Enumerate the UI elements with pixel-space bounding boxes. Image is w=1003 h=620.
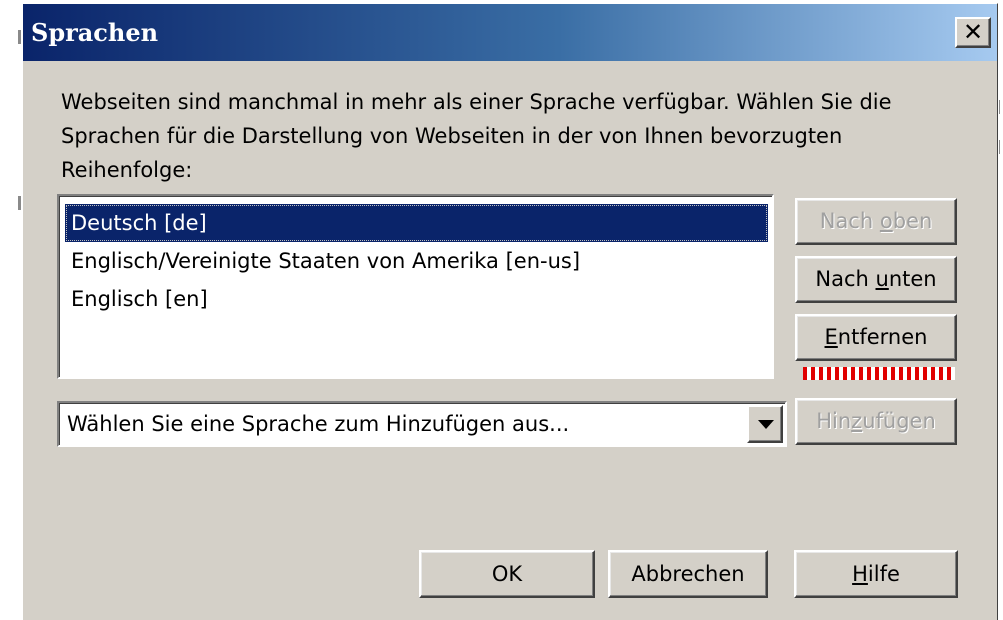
background-window-edge (999, 140, 1000, 154)
red-underline-marker (803, 367, 955, 380)
background-window-edge (18, 30, 21, 44)
language-label: Englisch/Vereinigte Staaten von Amerika … (71, 249, 581, 273)
add-language-combobox[interactable]: Wählen Sie eine Sprache zum Hinzufügen a… (57, 401, 787, 447)
add-language-placeholder: Wählen Sie eine Sprache zum Hinzufügen a… (67, 412, 570, 436)
move-down-button[interactable]: Nach unten (795, 256, 957, 303)
move-up-button[interactable]: Nach oben (795, 198, 957, 245)
cancel-button[interactable]: Abbrechen (608, 550, 768, 598)
close-icon: ✕ (962, 18, 984, 46)
languages-dialog: Sprachen ✕ Webseiten sind manchmal in me… (22, 3, 998, 620)
add-label: Hinzufügen (816, 409, 936, 433)
remove-label: Entfernen (824, 325, 928, 349)
ok-label: OK (491, 562, 523, 586)
move-up-label: Nach oben (819, 209, 933, 233)
background-window-edge (999, 100, 1000, 114)
move-down-label: Nach unten (815, 267, 937, 291)
language-list[interactable]: Deutsch [de] Englisch/Vereinigte Staaten… (57, 194, 774, 379)
remove-button[interactable]: Entfernen (795, 314, 957, 361)
title-bar: Sprachen ✕ (23, 4, 997, 61)
list-item[interactable]: Englisch [en] (65, 280, 768, 318)
help-button[interactable]: Hilfe (794, 550, 958, 598)
language-label: Deutsch [de] (71, 211, 207, 235)
cancel-label: Abbrechen (631, 562, 745, 586)
background-window-edge (18, 196, 21, 210)
dialog-title: Sprachen (31, 18, 159, 47)
ok-button[interactable]: OK (419, 550, 595, 598)
language-label: Englisch [en] (71, 287, 208, 311)
dropdown-button[interactable] (747, 405, 783, 443)
list-item[interactable]: Englisch/Vereinigte Staaten von Amerika … (65, 242, 768, 280)
dialog-description: Webseiten sind manchmal in mehr als eine… (61, 90, 892, 182)
close-button[interactable]: ✕ (955, 17, 991, 48)
list-item[interactable]: Deutsch [de] (65, 204, 768, 242)
help-label: Hilfe (852, 562, 900, 586)
add-button[interactable]: Hinzufügen (795, 398, 957, 445)
chevron-down-icon (758, 420, 774, 429)
